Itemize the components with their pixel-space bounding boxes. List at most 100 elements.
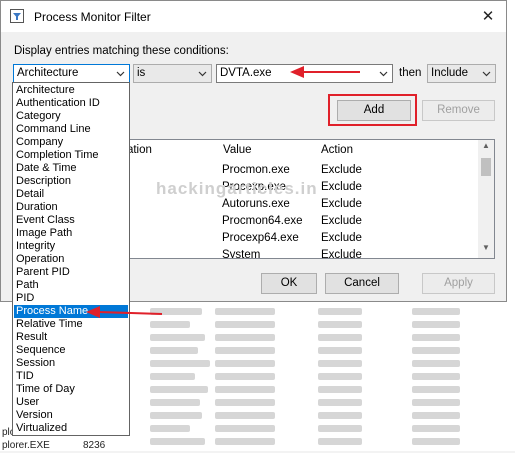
pid-cell: 8236 [83,440,106,451]
blurred-cell [318,399,362,406]
blurred-cell [215,386,275,393]
rule-value: Autoruns.exe [222,198,290,210]
blurred-cell [412,347,460,354]
blurred-cell [318,308,362,315]
rule-value: Procexp64.exe [222,232,299,244]
blurred-cell [150,321,190,328]
blurred-cell [412,399,460,406]
blurred-cell [318,373,362,380]
column-select[interactable]: Architecture [13,64,130,83]
blurred-cell [412,321,460,328]
relation-select-value: is [137,67,146,79]
funnel-icon [10,9,24,23]
value-input-text: DVTA.exe [220,67,272,79]
blurred-cell [150,412,202,419]
dropdown-option[interactable]: Image Path [14,227,128,240]
blurred-cell [215,373,275,380]
blurred-cell [215,347,275,354]
dropdown-option[interactable]: PID [14,292,128,305]
ok-button[interactable]: OK [261,273,317,294]
rules-header-action[interactable]: Action [321,144,353,156]
watermark: hackingarticles.in [156,179,318,198]
dropdown-option[interactable]: Sequence [14,344,128,357]
close-button[interactable]: ✕ [475,5,501,29]
rules-scrollbar[interactable]: ▲ ▼ [478,140,494,258]
dropdown-option[interactable]: Integrity [14,240,128,253]
dropdown-option[interactable]: Command Line [14,123,128,136]
apply-button[interactable]: Apply [422,273,495,294]
blurred-cell [412,360,460,367]
blurred-cell [318,386,362,393]
blurred-cell [412,412,460,419]
rule-value: Procmon64.exe [222,215,303,227]
dropdown-option[interactable]: Architecture [14,84,128,97]
action-select-value: Include [431,67,469,79]
blurred-cell [318,360,362,367]
blurred-cell [318,334,362,341]
annotation-arrow-icon [290,66,360,78]
blurred-cell [215,334,275,341]
scroll-down-icon[interactable]: ▼ [478,243,494,257]
dropdown-option[interactable]: TID [14,370,128,383]
dropdown-option[interactable]: Version [14,409,128,422]
scroll-up-icon[interactable]: ▲ [478,141,494,155]
cancel-button[interactable]: Cancel [325,273,399,294]
blurred-cell [215,412,275,419]
blurred-cell [412,334,460,341]
dropdown-option[interactable]: Detail [14,188,128,201]
dropdown-option[interactable]: Event Class [14,214,128,227]
background-row: plorer.EXE 8236 [0,440,515,453]
blurred-cell [215,399,275,406]
blurred-cell [150,386,208,393]
dropdown-option[interactable]: Time of Day [14,383,128,396]
dialog-title: Process Monitor Filter [34,10,151,24]
blurred-cell [150,373,195,380]
blurred-cell [150,399,200,406]
blurred-cell [215,360,275,367]
action-select[interactable]: Include [427,64,496,83]
dropdown-option[interactable]: Category [14,110,128,123]
dropdown-option[interactable]: Result [14,331,128,344]
blurred-cell [412,308,460,315]
dropdown-option[interactable]: Company [14,136,128,149]
blurred-cell [150,347,198,354]
relation-select[interactable]: is [133,64,212,83]
dropdown-option[interactable]: Virtualized [14,422,128,435]
dropdown-option[interactable]: Date & Time [14,162,128,175]
rule-action: Exclude [321,181,362,193]
annotation-arrow-icon [86,306,163,318]
scrollbar-thumb[interactable] [481,158,491,176]
process-name-cell: plorer.EXE [2,440,50,451]
blurred-cell [215,321,275,328]
column-dropdown-list[interactable]: Architecture Authentication ID Category Com… [12,82,130,436]
chevron-down-icon [116,71,125,77]
rule-action: Exclude [321,249,362,259]
add-button-highlight [328,94,417,126]
dropdown-option[interactable]: Parent PID [14,266,128,279]
blurred-cell [150,360,210,367]
blurred-cell [318,347,362,354]
blurred-cell [318,412,362,419]
dropdown-option[interactable]: Authentication ID [14,97,128,110]
rule-action: Exclude [321,215,362,227]
rule-value: System [222,249,261,259]
blurred-cell [318,321,362,328]
rule-action: Exclude [321,232,362,244]
remove-button[interactable]: Remove [422,100,495,121]
column-select-value: Architecture [17,67,79,79]
dropdown-option[interactable]: Operation [14,253,128,266]
dropdown-option[interactable]: Completion Time [14,149,128,162]
dropdown-option[interactable]: Description [14,175,128,188]
blurred-cell [215,308,275,315]
then-label: then [399,67,422,79]
dropdown-option[interactable]: User [14,396,128,409]
chevron-down-icon [198,71,207,77]
conditions-label: Display entries matching these condition… [14,45,229,57]
dropdown-option[interactable]: Path [14,279,128,292]
title-bar: Process Monitor Filter ✕ [1,1,506,32]
rule-action: Exclude [321,164,362,176]
dropdown-option[interactable]: Session [14,357,128,370]
rules-header-value[interactable]: Value [223,144,252,156]
blurred-cell [412,386,460,393]
dropdown-option[interactable]: Duration [14,201,128,214]
